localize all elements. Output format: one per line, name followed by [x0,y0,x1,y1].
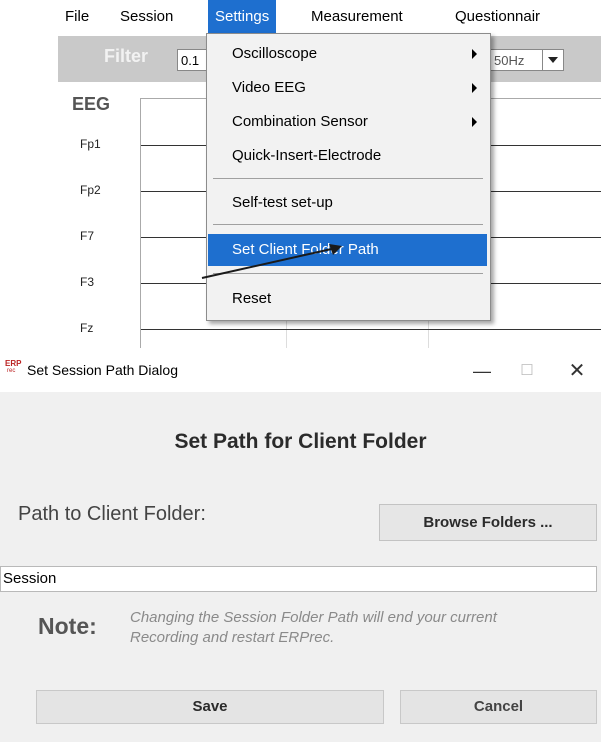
minimize-icon[interactable]: — [462,358,502,384]
menu-separator [213,178,483,179]
cancel-button[interactable]: Cancel [400,690,597,724]
dialog-titlebar: ERP rec Set Session Path Dialog — ☐ ✕ [0,348,601,392]
channel-label-fz: Fz [80,321,94,335]
app-icon-subtext: rec [7,368,16,374]
browse-folders-button[interactable]: Browse Folders ... [379,504,597,541]
menu-questionnaire[interactable]: Questionnair [448,0,547,34]
app-icon-text: ERP [5,359,22,368]
set-session-path-dialog: ERP rec Set Session Path Dialog — ☐ ✕ Se… [0,348,601,742]
dialog-title: Set Session Path Dialog [27,362,178,378]
menu-item-label: Quick-Insert-Electrode [232,147,382,164]
application-window: File Session Settings Measurement Questi… [0,0,601,348]
menu-item-quick-insert-electrode[interactable]: Quick-Insert-Electrode [208,140,487,172]
app-logo-icon: ERP rec [5,360,21,376]
filter-label: Filter [104,46,149,66]
chevron-down-icon[interactable] [542,49,564,71]
close-icon[interactable]: ✕ [557,358,597,384]
maximize-icon[interactable]: ☐ [507,358,547,384]
channel-label-f7: F7 [80,229,95,243]
submenu-arrow-icon [472,83,477,93]
channel-label-fp1: Fp1 [80,137,101,151]
channel-trace-fz [141,329,601,330]
save-button[interactable]: Save [36,690,384,724]
note-text: Changing the Session Folder Path will en… [130,609,497,646]
path-label: Path to Client Folder: [18,503,206,525]
menu-settings[interactable]: Settings [208,0,277,34]
menu-item-video-eeg[interactable]: Video EEG [208,72,487,104]
note-label: Note: [38,613,97,639]
channel-label-f3: F3 [80,275,95,289]
menu-file[interactable]: File [58,0,96,34]
menu-item-combination-sensor[interactable]: Combination Sensor [208,106,487,138]
eeg-title: EEG [72,94,111,114]
menu-item-label: Oscilloscope [232,45,318,62]
filter-frequency-select[interactable]: 50Hz [490,49,546,71]
menu-item-label: Self-test set-up [232,194,333,211]
menu-item-label: Reset [232,290,272,307]
submenu-arrow-icon [472,49,477,59]
channel-label-fp2: Fp2 [80,183,101,197]
menu-item-oscilloscope[interactable]: Oscilloscope [208,38,487,70]
menu-measurement[interactable]: Measurement [304,0,410,34]
annotation-arrow-icon [201,244,342,279]
menu-session[interactable]: Session [113,0,180,34]
menu-bar: File Session Settings Measurement Questi… [58,0,601,34]
menu-item-label: Video EEG [232,79,306,96]
client-folder-path-input[interactable]: Session [0,566,597,592]
menu-separator [213,224,483,225]
menu-item-self-test-setup[interactable]: Self-test set-up [208,187,487,219]
menu-item-label: Combination Sensor [232,113,368,130]
dialog-heading: Set Path for Client Folder [174,430,427,453]
submenu-arrow-icon [472,117,477,127]
